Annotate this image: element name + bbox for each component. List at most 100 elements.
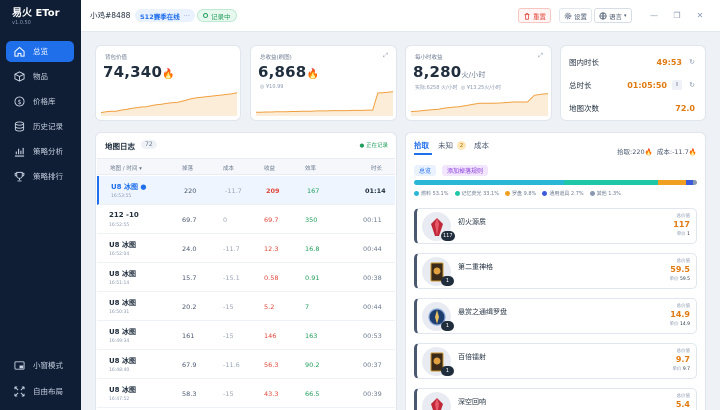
total-profit: 6,868🔥 xyxy=(258,63,319,81)
cost-total: 成本:-11.7 xyxy=(656,148,689,156)
legend-pct: 1.3% xyxy=(608,190,621,197)
language-select[interactable]: 语言 ▾ xyxy=(594,8,632,23)
tab-unknown[interactable]: 未知 xyxy=(438,140,453,151)
legend-pct: 53.1% xyxy=(432,190,449,197)
map-count-label: 地图次数 xyxy=(569,103,599,113)
pickup-summary: 拾取:220🔥 成本:-11.7🔥 xyxy=(617,146,697,156)
refresh-icon[interactable]: ↻ xyxy=(687,80,697,90)
sidebar-item-overview[interactable]: 总览 xyxy=(6,41,74,62)
row-drop: 20.2 xyxy=(182,303,197,311)
map-count-row: 地图次数 72.0 xyxy=(569,101,697,115)
row-rate: 163 xyxy=(305,332,318,340)
bag-value: 74,340🔥 xyxy=(103,63,175,81)
home-icon xyxy=(14,46,25,57)
drop-quantity: 1 xyxy=(441,276,454,286)
drop-unit-label: 单价 xyxy=(672,367,682,372)
close-icon[interactable]: ✕ xyxy=(694,9,706,21)
sidebar-item-strategy-rank[interactable]: 策略排行 xyxy=(6,166,74,187)
status-label: 记录中 xyxy=(211,12,231,21)
drop-item[interactable]: 1 百倍镭射 总价值 9.7 单价 9.7 xyxy=(414,343,697,379)
col-time[interactable]: 时长 xyxy=(371,164,382,172)
dollar-icon: $ xyxy=(14,96,25,107)
table-row[interactable]: U8 冰图 16:49:34 161 -15 146 163 00:53 xyxy=(97,321,395,350)
trophy-icon xyxy=(14,171,25,182)
row-rate: 66.5 xyxy=(305,390,320,398)
fire-icon: 🔥 xyxy=(644,148,653,156)
table-row[interactable]: 212 -10 16:52:55 69.7 0 69.7 350 00:11 xyxy=(97,205,395,234)
drop-item[interactable]: 1 第二重神格 总价值 59.5 单价 59.5 xyxy=(414,253,697,289)
row-cost: -15 xyxy=(223,303,234,311)
expand-icon[interactable]: ⤢ xyxy=(383,52,388,60)
row-time: 16:51:14 xyxy=(109,281,130,286)
more-icon: ··· xyxy=(183,11,190,20)
table-row[interactable]: U8 冰图 16:51:14 15.7 -15.1 0.58 0.91 00:38 xyxy=(97,263,395,292)
col-name[interactable]: 地图 / 时间 ▾ xyxy=(110,164,142,172)
sidebar-item-items[interactable]: 物品 xyxy=(6,66,74,87)
row-duration: 00:37 xyxy=(363,361,382,369)
bag-value-sparkline xyxy=(100,92,238,116)
sidebar-item-label: 策略排行 xyxy=(33,172,63,181)
row-drop: 69.7 xyxy=(182,216,197,224)
drop-unit-value: 9.7 xyxy=(682,367,690,372)
minimize-icon[interactable]: — xyxy=(648,9,660,21)
drop-item[interactable]: 1深空回响总价值5.4单价 5.4 xyxy=(414,388,697,410)
legend-dot-icon xyxy=(414,191,419,196)
season-chip[interactable]: S12赛季在线 ··· xyxy=(135,9,195,22)
sidebar-item-history[interactable]: 历史记录 xyxy=(6,116,74,137)
overview-chip[interactable]: 总览 xyxy=(414,165,437,176)
drop-name: 百倍镭射 xyxy=(458,353,486,361)
col-drop[interactable]: 掉落 xyxy=(182,164,193,172)
row-map-name: U8 冰图 xyxy=(109,357,136,365)
table-row[interactable]: U8 冰图 16:48:40 67.9 -11.6 56.3 90.2 00:37 xyxy=(97,350,395,379)
drop-unit-value: 14.9 xyxy=(679,322,690,327)
drop-total-label: 总价值 xyxy=(676,394,691,399)
settings-button[interactable]: 设置 xyxy=(559,8,592,23)
database-icon xyxy=(14,121,25,132)
sidebar-item-label: 自由布局 xyxy=(33,387,63,396)
drop-item[interactable]: 117 初火源质 总价值 117 单价 1 xyxy=(414,208,697,244)
table-row[interactable]: U8 冰图 16:50:31 20.2 -15 5.2 7 00:44 xyxy=(97,292,395,321)
drop-total-value: 59.5 xyxy=(670,265,690,274)
drop-unit-value: 1 xyxy=(687,232,690,237)
tab-pickup[interactable]: 拾取 xyxy=(414,140,429,151)
expand-icon[interactable]: ⤢ xyxy=(538,52,543,60)
pause-button[interactable]: II xyxy=(672,80,682,90)
restore-icon[interactable]: ❐ xyxy=(671,9,683,21)
app-version: v1.0.50 xyxy=(12,20,31,26)
drop-name: 悬赏之通缉罗盘 xyxy=(458,308,507,316)
drop-unit-price: 单价 14.9 xyxy=(670,321,690,327)
drop-item[interactable]: 1 悬赏之通缉罗盘 总价值 14.9 单价 14.9 xyxy=(414,298,697,334)
row-map-name: U8 冰图 ● xyxy=(111,183,147,191)
sidebar-item-strategy-analysis[interactable]: 策略分析 xyxy=(6,141,74,162)
drop-name: 深空回响 xyxy=(458,398,486,406)
drop-quantity: 1 xyxy=(441,366,454,376)
row-duration: 00:11 xyxy=(363,216,382,224)
legend-label: 其他 xyxy=(596,191,607,197)
row-profit: 146 xyxy=(264,332,277,340)
col-profit[interactable]: 收益 xyxy=(264,164,275,172)
legend-item: 记忆荧光 33.1% xyxy=(454,190,499,197)
row-profit: 0.58 xyxy=(264,274,279,282)
reset-button[interactable]: 重置 xyxy=(518,8,551,23)
col-rate[interactable]: 效率 xyxy=(305,164,316,172)
table-row[interactable]: U8 冰图 16:52:04 24.0 -11.7 12.3 16.8 00:44 xyxy=(97,234,395,263)
sidebar-item-free-layout[interactable]: 自由布局 xyxy=(6,381,74,402)
tab-cost[interactable]: 成本 xyxy=(474,140,489,151)
bag-value-number: 74,340 xyxy=(103,63,163,81)
row-time: 16:52:04 xyxy=(109,252,130,257)
legend-dot-icon xyxy=(589,191,595,196)
refresh-icon[interactable]: ↻ xyxy=(687,57,697,67)
sidebar-item-label: 策略分析 xyxy=(33,147,63,156)
table-row[interactable]: U8 冰图 16:47:52 58.3 -15 43.3 66.5 00:39 xyxy=(97,379,395,408)
legend-dot-icon xyxy=(505,191,510,196)
table-row[interactable]: U8 冰图 ● 16:53:55 220 -11.7 209 167 01:14 xyxy=(97,176,395,205)
row-map-name: 212 -10 xyxy=(109,211,139,219)
sidebar-item-price-db[interactable]: $ 价格库 xyxy=(6,91,74,112)
col-cost[interactable]: 成本 xyxy=(223,164,234,172)
row-duration: 00:53 xyxy=(363,332,382,340)
legend-pct: 2.7% xyxy=(570,190,584,197)
sidebar-item-mini-window[interactable]: 小窗模式 xyxy=(6,355,74,376)
add-drop-rule-chip[interactable]: 添加掉落规则 xyxy=(442,165,489,176)
row-cost: -15.1 xyxy=(223,274,240,282)
row-map-name: U8 冰图 xyxy=(109,299,136,307)
